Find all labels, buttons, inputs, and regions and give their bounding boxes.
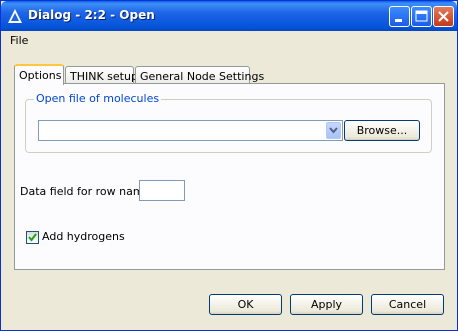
add-hydrogens-label: Add hydrogens	[42, 230, 125, 243]
maximize-icon	[415, 10, 428, 22]
open-file-group-title: Open file of molecules	[34, 92, 162, 105]
close-button[interactable]	[433, 6, 454, 27]
menu-bar: File	[1, 31, 457, 51]
row-name-label: Data field for row name	[20, 185, 151, 198]
checkmark-icon	[28, 233, 37, 242]
options-panel: Open file of molecules Browse... Data fi…	[14, 83, 445, 270]
window-title: Dialog - 2:2 - Open	[28, 8, 155, 22]
cancel-button[interactable]: Cancel	[371, 294, 444, 315]
maximize-button[interactable]	[411, 6, 432, 27]
tab-general-node-settings[interactable]: General Node Settings	[135, 66, 264, 84]
app-triangle-icon	[7, 8, 23, 24]
file-combobox-dropdown[interactable]	[326, 122, 341, 139]
file-combobox[interactable]	[38, 120, 343, 141]
browse-button[interactable]: Browse...	[344, 120, 420, 141]
menu-file[interactable]: File	[10, 34, 28, 47]
minimize-icon	[395, 19, 402, 22]
tab-think-setup-label: THINK setup	[70, 70, 138, 83]
close-icon	[438, 11, 449, 22]
dialog-window: Dialog - 2:2 - Open File Options THINK s…	[0, 0, 458, 331]
ok-button[interactable]: OK	[209, 294, 282, 315]
tab-general-node-settings-label: General Node Settings	[140, 70, 265, 83]
minimize-button[interactable]	[389, 6, 410, 27]
tab-think-setup[interactable]: THINK setup	[65, 66, 138, 84]
row-name-input[interactable]	[139, 180, 185, 201]
add-hydrogens-checkbox[interactable]	[26, 231, 39, 244]
tab-options-label: Options	[19, 69, 62, 82]
tab-options[interactable]: Options	[14, 64, 64, 85]
apply-button[interactable]: Apply	[290, 294, 363, 315]
chevron-down-icon	[329, 127, 338, 134]
open-file-group: Open file of molecules Browse...	[25, 92, 432, 153]
title-bar[interactable]: Dialog - 2:2 - Open	[1, 1, 457, 31]
